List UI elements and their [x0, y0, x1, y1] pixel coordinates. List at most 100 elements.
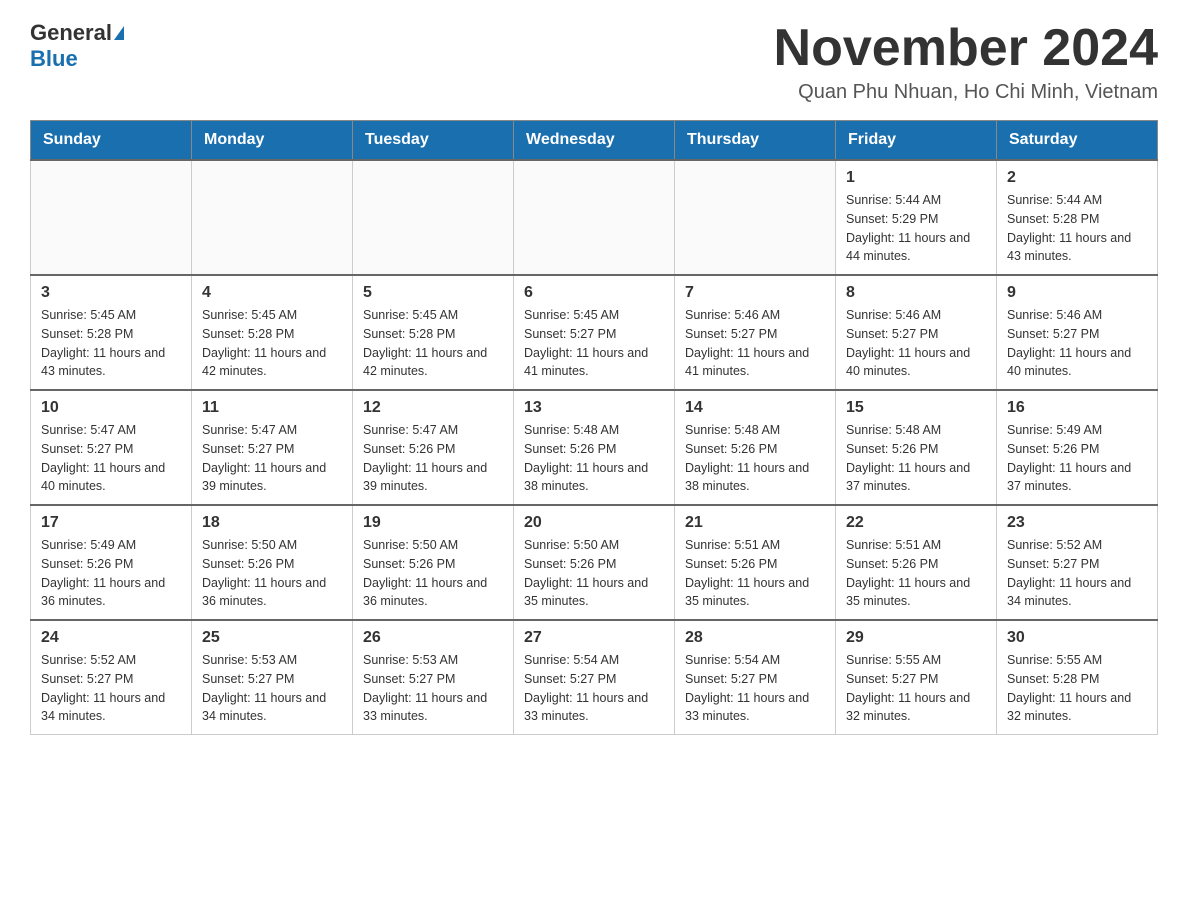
- day-number: 15: [846, 399, 986, 417]
- day-info: Sunrise: 5:46 AM Sunset: 5:27 PM Dayligh…: [1007, 306, 1147, 381]
- weekday-header-sunday: Sunday: [31, 121, 192, 161]
- day-number: 11: [202, 399, 342, 417]
- calendar-cell-27: 23 Sunrise: 5:52 AM Sunset: 5:27 PM Dayli…: [997, 505, 1158, 620]
- day-number: 12: [363, 399, 503, 417]
- day-info: Sunrise: 5:54 AM Sunset: 5:27 PM Dayligh…: [685, 651, 825, 726]
- day-number: 24: [41, 629, 181, 647]
- title-block: November 2024 Quan Phu Nhuan, Ho Chi Min…: [774, 20, 1158, 104]
- day-number: 5: [363, 284, 503, 302]
- logo-blue-text: Blue: [30, 46, 78, 72]
- weekday-header-wednesday: Wednesday: [514, 121, 675, 161]
- day-info: Sunrise: 5:49 AM Sunset: 5:26 PM Dayligh…: [41, 536, 181, 611]
- calendar-cell-10: 6 Sunrise: 5:45 AM Sunset: 5:27 PM Daylig…: [514, 275, 675, 390]
- calendar-cell-17: 13 Sunrise: 5:48 AM Sunset: 5:26 PM Dayli…: [514, 390, 675, 505]
- calendar-cell-32: 28 Sunrise: 5:54 AM Sunset: 5:27 PM Dayli…: [675, 620, 836, 735]
- page-header: General Blue November 2024 Quan Phu Nhua…: [30, 20, 1158, 104]
- calendar-header-row: SundayMondayTuesdayWednesdayThursdayFrid…: [31, 121, 1158, 161]
- calendar-table: SundayMondayTuesdayWednesdayThursdayFrid…: [30, 120, 1158, 735]
- calendar-cell-16: 12 Sunrise: 5:47 AM Sunset: 5:26 PM Dayli…: [353, 390, 514, 505]
- day-info: Sunrise: 5:49 AM Sunset: 5:26 PM Dayligh…: [1007, 421, 1147, 496]
- day-number: 3: [41, 284, 181, 302]
- calendar-cell-1: [192, 160, 353, 275]
- day-info: Sunrise: 5:45 AM Sunset: 5:28 PM Dayligh…: [41, 306, 181, 381]
- day-number: 14: [685, 399, 825, 417]
- calendar-cell-11: 7Sunrise: 5:46 AM Sunset: 5:27 PM Daylig…: [675, 275, 836, 390]
- logo-general-text: General: [30, 20, 112, 46]
- day-info: Sunrise: 5:48 AM Sunset: 5:26 PM Dayligh…: [685, 421, 825, 496]
- day-number: 28: [685, 629, 825, 647]
- calendar-cell-19: 15 Sunrise: 5:48 AM Sunset: 5:26 PM Dayli…: [836, 390, 997, 505]
- day-info: Sunrise: 5:51 AM Sunset: 5:26 PM Dayligh…: [685, 536, 825, 611]
- day-info: Sunrise: 5:53 AM Sunset: 5:27 PM Dayligh…: [202, 651, 342, 726]
- day-info: Sunrise: 5:55 AM Sunset: 5:28 PM Dayligh…: [1007, 651, 1147, 726]
- calendar-cell-24: 20Sunrise: 5:50 AM Sunset: 5:26 PM Dayli…: [514, 505, 675, 620]
- calendar-cell-6: 2Sunrise: 5:44 AM Sunset: 5:28 PM Daylig…: [997, 160, 1158, 275]
- day-number: 21: [685, 514, 825, 532]
- day-number: 30: [1007, 629, 1147, 647]
- day-number: 19: [363, 514, 503, 532]
- week-row-1: 1 Sunrise: 5:44 AM Sunset: 5:29 PM Daylig…: [31, 160, 1158, 275]
- calendar-cell-26: 22 Sunrise: 5:51 AM Sunset: 5:26 PM Dayli…: [836, 505, 997, 620]
- day-number: 22: [846, 514, 986, 532]
- calendar-cell-4: [675, 160, 836, 275]
- calendar-cell-18: 14 Sunrise: 5:48 AM Sunset: 5:26 PM Dayli…: [675, 390, 836, 505]
- day-info: Sunrise: 5:55 AM Sunset: 5:27 PM Dayligh…: [846, 651, 986, 726]
- calendar-cell-0: [31, 160, 192, 275]
- logo-triangle-icon: [114, 26, 124, 40]
- calendar-cell-8: 4Sunrise: 5:45 AM Sunset: 5:28 PM Daylig…: [192, 275, 353, 390]
- day-info: Sunrise: 5:53 AM Sunset: 5:27 PM Dayligh…: [363, 651, 503, 726]
- day-info: Sunrise: 5:45 AM Sunset: 5:28 PM Dayligh…: [363, 306, 503, 381]
- calendar-cell-7: 3 Sunrise: 5:45 AM Sunset: 5:28 PM Daylig…: [31, 275, 192, 390]
- week-row-3: 10 Sunrise: 5:47 AM Sunset: 5:27 PM Dayli…: [31, 390, 1158, 505]
- day-info: Sunrise: 5:48 AM Sunset: 5:26 PM Dayligh…: [524, 421, 664, 496]
- weekday-header-thursday: Thursday: [675, 121, 836, 161]
- calendar-cell-31: 27Sunrise: 5:54 AM Sunset: 5:27 PM Dayli…: [514, 620, 675, 735]
- day-info: Sunrise: 5:47 AM Sunset: 5:26 PM Dayligh…: [363, 421, 503, 496]
- location-text: Quan Phu Nhuan, Ho Chi Minh, Vietnam: [774, 81, 1158, 104]
- day-number: 1: [846, 169, 986, 187]
- calendar-cell-2: [353, 160, 514, 275]
- calendar-cell-15: 11 Sunrise: 5:47 AM Sunset: 5:27 PM Dayli…: [192, 390, 353, 505]
- day-number: 27: [524, 629, 664, 647]
- day-info: Sunrise: 5:46 AM Sunset: 5:27 PM Dayligh…: [685, 306, 825, 381]
- calendar-cell-5: 1 Sunrise: 5:44 AM Sunset: 5:29 PM Daylig…: [836, 160, 997, 275]
- day-number: 20: [524, 514, 664, 532]
- calendar-cell-3: [514, 160, 675, 275]
- day-number: 8: [846, 284, 986, 302]
- weekday-header-friday: Friday: [836, 121, 997, 161]
- day-info: Sunrise: 5:50 AM Sunset: 5:26 PM Dayligh…: [363, 536, 503, 611]
- day-info: Sunrise: 5:48 AM Sunset: 5:26 PM Dayligh…: [846, 421, 986, 496]
- calendar-cell-14: 10 Sunrise: 5:47 AM Sunset: 5:27 PM Dayli…: [31, 390, 192, 505]
- day-number: 26: [363, 629, 503, 647]
- day-number: 10: [41, 399, 181, 417]
- day-info: Sunrise: 5:44 AM Sunset: 5:29 PM Dayligh…: [846, 191, 986, 266]
- day-info: Sunrise: 5:46 AM Sunset: 5:27 PM Dayligh…: [846, 306, 986, 381]
- day-number: 17: [41, 514, 181, 532]
- day-info: Sunrise: 5:44 AM Sunset: 5:28 PM Dayligh…: [1007, 191, 1147, 266]
- day-info: Sunrise: 5:51 AM Sunset: 5:26 PM Dayligh…: [846, 536, 986, 611]
- calendar-cell-33: 29Sunrise: 5:55 AM Sunset: 5:27 PM Dayli…: [836, 620, 997, 735]
- day-number: 13: [524, 399, 664, 417]
- day-number: 16: [1007, 399, 1147, 417]
- calendar-cell-12: 8 Sunrise: 5:46 AM Sunset: 5:27 PM Daylig…: [836, 275, 997, 390]
- week-row-5: 24 Sunrise: 5:52 AM Sunset: 5:27 PM Dayli…: [31, 620, 1158, 735]
- calendar-cell-25: 21 Sunrise: 5:51 AM Sunset: 5:26 PM Dayli…: [675, 505, 836, 620]
- calendar-cell-20: 16 Sunrise: 5:49 AM Sunset: 5:26 PM Dayli…: [997, 390, 1158, 505]
- day-info: Sunrise: 5:52 AM Sunset: 5:27 PM Dayligh…: [41, 651, 181, 726]
- day-number: 25: [202, 629, 342, 647]
- day-info: Sunrise: 5:47 AM Sunset: 5:27 PM Dayligh…: [41, 421, 181, 496]
- weekday-header-saturday: Saturday: [997, 121, 1158, 161]
- day-number: 6: [524, 284, 664, 302]
- day-info: Sunrise: 5:47 AM Sunset: 5:27 PM Dayligh…: [202, 421, 342, 496]
- calendar-cell-30: 26 Sunrise: 5:53 AM Sunset: 5:27 PM Dayli…: [353, 620, 514, 735]
- day-number: 9: [1007, 284, 1147, 302]
- day-number: 23: [1007, 514, 1147, 532]
- week-row-2: 3 Sunrise: 5:45 AM Sunset: 5:28 PM Daylig…: [31, 275, 1158, 390]
- calendar-cell-28: 24 Sunrise: 5:52 AM Sunset: 5:27 PM Dayli…: [31, 620, 192, 735]
- calendar-cell-29: 25 Sunrise: 5:53 AM Sunset: 5:27 PM Dayli…: [192, 620, 353, 735]
- day-number: 4: [202, 284, 342, 302]
- day-info: Sunrise: 5:50 AM Sunset: 5:26 PM Dayligh…: [202, 536, 342, 611]
- day-info: Sunrise: 5:52 AM Sunset: 5:27 PM Dayligh…: [1007, 536, 1147, 611]
- day-info: Sunrise: 5:45 AM Sunset: 5:27 PM Dayligh…: [524, 306, 664, 381]
- calendar-cell-9: 5 Sunrise: 5:45 AM Sunset: 5:28 PM Daylig…: [353, 275, 514, 390]
